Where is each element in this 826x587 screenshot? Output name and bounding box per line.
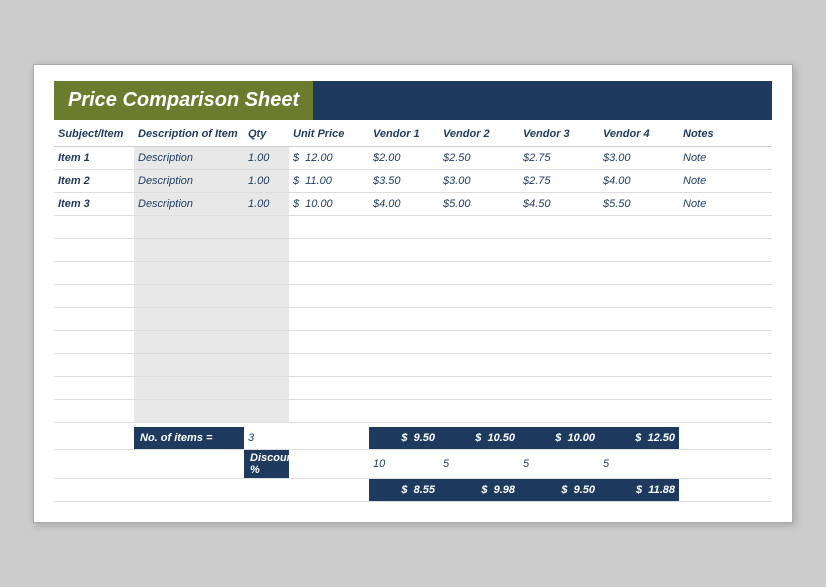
sheet-title: Price Comparison Sheet [68,89,299,111]
v4-discount: 5 [599,453,679,475]
v3-total: $ 10.00 [519,427,599,449]
cell-vendor1: $2.00 [369,147,439,169]
v3-final: $ 9.50 [519,479,599,501]
cell-qty: 1.00 [244,193,289,215]
table-header: Subject/Item Description of Item Qty Uni… [54,122,772,147]
empty-row [54,308,772,331]
v1-final: $ 8.55 [369,479,439,501]
cell-vendor2: $2.50 [439,147,519,169]
title-accent: Price Comparison Sheet [54,81,313,120]
cell-notes: Note [679,147,739,169]
v1-total: $ 9.50 [369,427,439,449]
footer-row-discount: Discount % 10 5 5 5 [54,450,772,479]
v2-total: $ 10.50 [439,427,519,449]
header-description: Description of Item [134,126,244,142]
cell-description: Description [134,147,244,169]
header-qty: Qty [244,126,289,142]
empty-row [54,285,772,308]
cell-notes: Note [679,170,739,192]
cell-item: Item 1 [54,147,134,169]
empty-row [54,331,772,354]
title-bar: Price Comparison Sheet [54,81,772,120]
footer-section: No. of items = 3 $ 9.50 $ 10.50 $ 10.00 … [54,427,772,502]
v3-discount: 5 [519,453,599,475]
header-vendor2: Vendor 2 [439,126,519,142]
footer-row-final: $ 8.55 $ 9.98 $ 9.50 $ 11.88 [54,479,772,502]
table-row: Item 3 Description 1.00 $ 10.00 $4.00 $5… [54,193,772,216]
cell-vendor3: $2.75 [519,147,599,169]
cell-description: Description [134,193,244,215]
table-row: Item 2 Description 1.00 $ 11.00 $3.50 $3… [54,170,772,193]
table-body: Item 1 Description 1.00 $ 12.00 $2.00 $2… [54,147,772,423]
cell-description: Description [134,170,244,192]
cell-vendor1: $3.50 [369,170,439,192]
no-of-items-label: No. of items = [134,427,244,449]
table-row: Item 1 Description 1.00 $ 12.00 $2.00 $2… [54,147,772,170]
header-vendor1: Vendor 1 [369,126,439,142]
cell-unit-price: $ 10.00 [289,193,369,215]
title-blue [313,81,772,120]
cell-vendor4: $4.00 [599,170,679,192]
cell-vendor3: $4.50 [519,193,599,215]
footer-row-totals: No. of items = 3 $ 9.50 $ 10.50 $ 10.00 … [54,427,772,450]
header-unit-price: Unit Price [289,126,369,142]
v2-discount: 5 [439,453,519,475]
no-of-items-val: 3 [244,427,289,449]
v2-final: $ 9.98 [439,479,519,501]
cell-qty: 1.00 [244,170,289,192]
cell-vendor4: $5.50 [599,193,679,215]
cell-item: Item 2 [54,170,134,192]
empty-row [54,216,772,239]
header-subject: Subject/Item [54,126,134,142]
empty-row [54,377,772,400]
cell-vendor3: $2.75 [519,170,599,192]
cell-vendor4: $3.00 [599,147,679,169]
cell-vendor2: $3.00 [439,170,519,192]
empty-row [54,354,772,377]
cell-vendor2: $5.00 [439,193,519,215]
header-notes: Notes [679,126,739,142]
empty-row [54,400,772,423]
v4-total: $ 12.50 [599,427,679,449]
cell-item: Item 3 [54,193,134,215]
cell-unit-price: $ 12.00 [289,147,369,169]
v1-discount: 10 [369,453,439,475]
sheet-container: Price Comparison Sheet Subject/Item Desc… [33,64,793,523]
header-vendor3: Vendor 3 [519,126,599,142]
empty-row [54,262,772,285]
header-vendor4: Vendor 4 [599,126,679,142]
discount-label: Discount % [244,450,289,478]
cell-notes: Note [679,193,739,215]
cell-vendor1: $4.00 [369,193,439,215]
cell-qty: 1.00 [244,147,289,169]
v4-final: $ 11.88 [599,479,679,501]
cell-unit-price: $ 11.00 [289,170,369,192]
empty-row [54,239,772,262]
